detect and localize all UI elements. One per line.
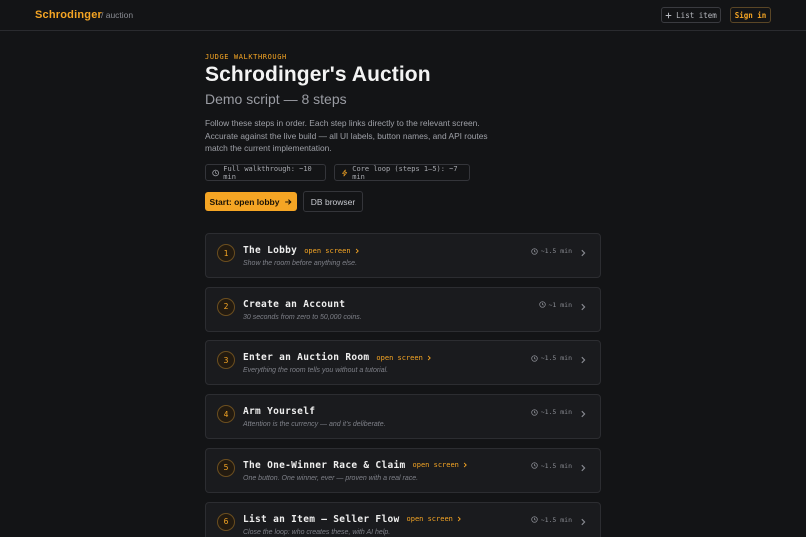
step-duration: ~1 min [538, 300, 572, 309]
clock-icon [531, 247, 538, 255]
step-duration-label: ~1.5 min [540, 408, 572, 417]
step-title: Create an Account [243, 299, 345, 310]
step-description: 30 seconds from zero to 50,000 coins. [243, 313, 362, 321]
step-description: Everything the room tells you without a … [243, 367, 389, 375]
clock-icon [212, 169, 219, 176]
step-card[interactable]: 2 Create an Account 30 seconds from zero… [205, 286, 601, 332]
step-duration: ~1.5 min [531, 354, 572, 362]
chevron-right-icon [463, 462, 467, 468]
full-walkthrough-chip: Full walkthrough: ~10 min [205, 164, 326, 181]
step-title-text: The Lobby [243, 245, 298, 256]
open-screen-link[interactable]: open screen [376, 354, 422, 362]
eyebrow-label: JUDGE WALKTHROUGH [205, 53, 287, 61]
chevron-right-icon[interactable] [579, 410, 587, 418]
page-title: Schrodinger's Auction [205, 63, 431, 86]
step-card[interactable]: 3 Enter an Auction Room open screen Every… [205, 340, 601, 386]
arrow-right-icon [285, 198, 292, 205]
step-title: The Lobby open screen [243, 245, 360, 256]
top-bar: Schrodinger / auction List item Sign in [0, 0, 806, 31]
sign-in-button[interactable]: Sign in [730, 7, 771, 23]
clock-icon [531, 408, 538, 416]
start-button-label: Start: open lobby [209, 196, 280, 207]
list-item-button[interactable]: List item [661, 7, 721, 23]
step-number: 3 [217, 351, 235, 370]
chevron-right-icon [355, 248, 359, 253]
step-duration: ~1.5 min [531, 462, 572, 470]
full-walkthrough-label: Full walkthrough: ~10 min [223, 164, 312, 181]
chevron-right-icon[interactable] [579, 303, 587, 311]
brand-logo[interactable]: Schrodinger [35, 9, 102, 21]
chevron-right-icon[interactable] [579, 249, 587, 257]
step-duration: ~1.5 min [531, 408, 572, 416]
lightning-icon [342, 169, 348, 176]
step-duration-label: ~1.5 min [540, 354, 572, 363]
step-title: Enter an Auction Room open screen [243, 352, 432, 363]
step-title-text: Arm Yourself [243, 406, 316, 418]
plus-icon [665, 12, 672, 18]
chevron-right-icon [457, 516, 461, 522]
list-item-label: List item [676, 10, 717, 20]
step-title: Arm Yourself [243, 406, 315, 417]
step-description: Close the loop: who creates these, with … [243, 528, 391, 536]
open-screen-link[interactable]: open screen [304, 247, 350, 255]
step-description: One button. One winner, ever — proven wi… [243, 474, 419, 482]
step-description: Show the room before anything else. [243, 260, 358, 267]
chevron-right-icon[interactable] [579, 518, 587, 526]
step-number: 2 [217, 297, 235, 316]
step-duration-label: ~1.5 min [540, 515, 572, 524]
step-number: 5 [217, 458, 235, 477]
intro-text: Follow these steps in order. Each step l… [205, 118, 488, 153]
clock-icon [538, 301, 546, 308]
clock-icon [531, 462, 538, 469]
step-number: 1 [217, 244, 235, 262]
step-duration: ~1.5 min [531, 247, 572, 255]
db-browser-button[interactable]: DB browser [303, 191, 363, 212]
step-title-text: Enter an Auction Room [243, 352, 370, 364]
step-title-text: Create an Account [243, 298, 346, 310]
step-card[interactable]: 1 The Lobby open screen Show the room bef… [205, 233, 601, 278]
step-card[interactable]: 4 Arm Yourself Attention is the currency… [205, 394, 601, 440]
step-duration: ~1.5 min [531, 516, 572, 524]
clock-icon [531, 355, 538, 362]
start-open-lobby-button[interactable]: Start: open lobby [205, 192, 297, 211]
step-title: The One-Winner Race & Claim open screen [243, 460, 468, 471]
step-duration-label: ~1.5 min [540, 247, 572, 255]
core-loop-label: Core loop (steps 1–5): ~7 min [352, 164, 458, 181]
step-title-text: List an Item — Seller Flow [243, 513, 400, 525]
breadcrumb: / auction [101, 10, 134, 20]
chevron-right-icon[interactable] [579, 464, 587, 472]
step-number: 6 [217, 512, 235, 531]
step-card[interactable]: 6 List an Item — Seller Flow open screen … [205, 501, 601, 537]
chevron-right-icon[interactable] [579, 356, 587, 364]
core-loop-chip: Core loop (steps 1–5): ~7 min [334, 164, 470, 181]
step-duration-label: ~1.5 min [540, 461, 572, 470]
step-description: Attention is the currency — and it's del… [243, 421, 386, 429]
step-title: List an Item — Seller Flow open screen [243, 514, 462, 525]
step-title-text: The One-Winner Race & Claim [243, 459, 406, 471]
step-duration-label: ~1 min [548, 300, 572, 309]
open-screen-link[interactable]: open screen [413, 461, 459, 469]
chevron-right-icon [427, 355, 431, 361]
step-card[interactable]: 5 The One-Winner Race & Claim open screen… [205, 447, 601, 493]
step-number: 4 [217, 405, 235, 424]
clock-icon [531, 516, 538, 523]
page-subtitle: Demo script — 8 steps [205, 91, 347, 107]
open-screen-link[interactable]: open screen [407, 515, 453, 523]
